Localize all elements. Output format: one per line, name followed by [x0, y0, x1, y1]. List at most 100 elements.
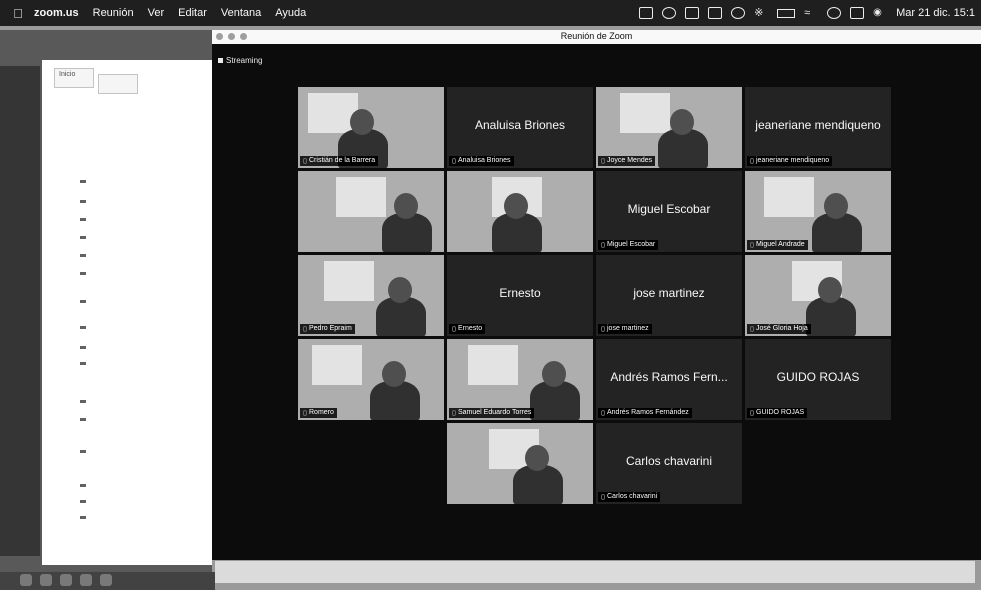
muted-mic-icon: [303, 158, 307, 164]
participant-name-text: José Gloria Hoja: [756, 325, 808, 332]
participant-display-name: Andrés Ramos Fern...: [610, 370, 728, 384]
participant-tile[interactable]: Pedro Epraim: [298, 255, 444, 336]
gallery-view: Cristián de la Barrera Analuisa Briones An…: [298, 87, 892, 537]
muted-mic-icon: [601, 158, 605, 164]
doc-line: [80, 484, 86, 487]
menu-editar[interactable]: Editar: [178, 7, 207, 19]
participant-video-head: [394, 193, 418, 219]
participant-tile[interactable]: Cristián de la Barrera: [298, 87, 444, 168]
muted-mic-icon: [452, 326, 456, 332]
participant-name-label: GUIDO ROJAS: [747, 408, 808, 418]
doc-line: [80, 500, 86, 503]
dock-app-icon[interactable]: [20, 574, 32, 586]
muted-mic-icon: [303, 326, 307, 332]
participant-name-label: Andrés Ramos Fernández: [598, 408, 692, 418]
muted-mic-icon: [452, 158, 456, 164]
caption-area: [215, 561, 975, 583]
screen-record-icon[interactable]: [639, 7, 654, 19]
doc-line: [80, 326, 86, 329]
participant-video-head: [525, 445, 549, 471]
dock-app-icon[interactable]: [60, 574, 72, 586]
bluetooth-icon[interactable]: ※: [754, 7, 768, 19]
menu-reunion[interactable]: Reunión: [93, 7, 134, 19]
dock-app-icon[interactable]: [80, 574, 92, 586]
menu-clock[interactable]: Mar 21 dic. 15:1: [896, 7, 975, 19]
wifi-icon[interactable]: ≈: [804, 7, 818, 19]
doc-line: [80, 272, 86, 275]
participant-name-label: Miguel Andrade: [747, 240, 808, 250]
participant-tile[interactable]: Ernesto Ernesto: [447, 255, 593, 336]
participant-name-label: Romero: [300, 408, 337, 418]
participant-name-text: Miguel Escobar: [607, 241, 656, 248]
doc-line: [80, 200, 86, 203]
participant-tile[interactable]: Miguel Escobar Miguel Escobar: [596, 171, 742, 252]
muted-mic-icon: [750, 242, 754, 248]
display-icon[interactable]: [708, 7, 723, 19]
apple-menu-icon[interactable]: : [8, 6, 28, 21]
window-titlebar[interactable]: Reunión de Zoom: [212, 30, 981, 44]
control-center-icon[interactable]: [850, 7, 865, 19]
participant-name-label: Samuel Eduardo Torres: [449, 408, 535, 418]
participant-tile[interactable]: [447, 171, 593, 252]
streaming-icon: [218, 58, 223, 63]
participant-name-text: Andrés Ramos Fernández: [607, 409, 689, 416]
menu-ayuda[interactable]: Ayuda: [275, 7, 306, 19]
participant-video-head: [388, 277, 412, 303]
participant-display-name: Analuisa Briones: [474, 118, 566, 132]
participant-name-label: Carlos chavarini: [598, 492, 661, 502]
participant-tile[interactable]: [447, 423, 593, 504]
app-tray-icon[interactable]: [685, 7, 700, 19]
participant-video-head: [818, 277, 842, 303]
background-tab-2[interactable]: [98, 74, 138, 94]
participant-tile[interactable]: jose martinez jose martinez: [596, 255, 742, 336]
participant-tile[interactable]: Joyce Mendes: [596, 87, 742, 168]
participant-name-text: jeaneriane mendiqueno: [756, 157, 830, 164]
video-background: [620, 93, 670, 133]
battery-icon[interactable]: [777, 8, 796, 18]
zoom-status-icon[interactable]: [662, 7, 677, 19]
participant-tile[interactable]: Analuisa Briones Analuisa Briones: [447, 87, 593, 168]
participant-display-name: Miguel Escobar: [627, 202, 711, 216]
participant-name-text: jose martinez: [607, 325, 649, 332]
participant-tile[interactable]: Romero: [298, 339, 444, 420]
participant-name-text: Ernesto: [458, 325, 483, 332]
menu-ver[interactable]: Ver: [148, 7, 165, 19]
video-background: [468, 345, 518, 385]
video-background: [764, 177, 814, 217]
participant-tile[interactable]: Miguel Andrade: [745, 171, 891, 252]
menu-app-name[interactable]: zoom.us: [34, 7, 79, 19]
participant-tile[interactable]: Carlos chavarini Carlos chavarini: [596, 423, 742, 504]
participant-tile[interactable]: Andrés Ramos Fern... Andrés Ramos Fernánd…: [596, 339, 742, 420]
doc-line: [80, 450, 86, 453]
doc-line: [80, 236, 86, 239]
siri-icon[interactable]: ◉: [873, 7, 887, 19]
muted-mic-icon: [750, 326, 754, 332]
participant-display-name: Ernesto: [499, 286, 541, 300]
dock-app-icon[interactable]: [40, 574, 52, 586]
participant-name-label: jeaneriane mendiqueno: [747, 156, 833, 166]
status-tray: ※ ≈ ◉ Mar 21 dic. 15:1: [639, 0, 975, 26]
participant-name-label: jose martinez: [598, 324, 652, 334]
search-icon[interactable]: [827, 7, 842, 19]
participant-tile[interactable]: jeaneriane mendiqueno jeaneriane mendique…: [745, 87, 891, 168]
dock-app-icon[interactable]: [100, 574, 112, 586]
participant-name-text: Analuisa Briones: [458, 157, 511, 164]
participant-video-head: [542, 361, 566, 387]
participant-display-name: jeaneriane mendiqueno: [755, 118, 881, 132]
menu-bar:  zoom.us Reunión Ver Editar Ventana Ayu…: [0, 0, 981, 26]
streaming-indicator[interactable]: Streaming: [218, 56, 262, 65]
participant-name-label: Ernesto: [449, 324, 486, 334]
participant-name-text: Romero: [309, 409, 334, 416]
background-tab-1[interactable]: Inicio: [54, 68, 94, 88]
doc-line: [80, 516, 86, 519]
participant-name-text: Samuel Eduardo Torres: [458, 409, 532, 416]
participant-name-label: Miguel Escobar: [598, 240, 659, 250]
time-machine-icon[interactable]: [731, 7, 746, 19]
participant-tile[interactable]: Samuel Eduardo Torres: [447, 339, 593, 420]
menu-ventana[interactable]: Ventana: [221, 7, 261, 19]
doc-line: [80, 418, 86, 421]
participant-tile[interactable]: José Gloria Hoja: [745, 255, 891, 336]
participant-tile[interactable]: GUIDO ROJAS GUIDO ROJAS: [745, 339, 891, 420]
participant-display-name: Carlos chavarini: [625, 454, 713, 468]
participant-tile[interactable]: [298, 171, 444, 252]
